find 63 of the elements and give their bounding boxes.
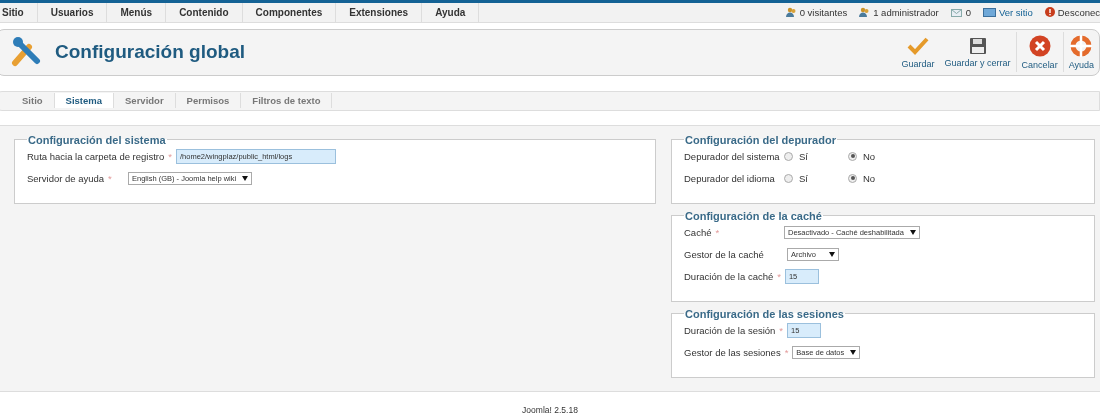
caret-icon <box>242 175 249 181</box>
field-label: Depurador del idioma <box>684 172 775 184</box>
version-text: Joomla! 2.5.18 <box>521 405 579 415</box>
toolbar-button[interactable]: Ayuda <box>1062 32 1099 73</box>
toolbar-button[interactable]: Cancelar <box>1015 32 1063 73</box>
radio-label: Sí <box>799 172 808 184</box>
radio-button[interactable] <box>784 173 793 183</box>
menu-item[interactable]: Menús <box>107 3 167 22</box>
tab[interactable]: Servidor <box>114 93 176 109</box>
field-label: Duración de la sesión <box>684 324 776 336</box>
panel-title: Configuración del sistema <box>27 133 167 146</box>
menu-item[interactable]: Componentes <box>242 3 337 22</box>
toolbar-button[interactable]: Guardar y cerrar <box>939 32 1016 73</box>
menu-item[interactable]: Ayuda <box>422 3 480 22</box>
required-mark: * <box>784 346 789 358</box>
field-label: Ruta hacia la carpeta de registro <box>27 150 165 162</box>
status-text[interactable]: Ver sitio <box>998 6 1033 18</box>
required-mark: * <box>108 172 112 184</box>
menu-item[interactable]: Usuarios <box>37 3 108 22</box>
checkmark-icon <box>907 35 930 56</box>
page-title: Configuración global <box>55 41 246 64</box>
panel-title: Configuración de la caché <box>684 209 823 222</box>
users-icon <box>859 6 871 18</box>
field-label: Servidor de ayuda <box>27 172 105 184</box>
field-label: Caché <box>684 226 712 238</box>
radio-button[interactable] <box>848 151 857 161</box>
required-mark: * <box>168 150 172 162</box>
caret-icon <box>850 349 857 355</box>
tab[interactable]: Permisos <box>175 93 242 109</box>
required-mark: * <box>777 270 781 282</box>
radio-button[interactable] <box>784 151 793 161</box>
cancel-icon <box>1028 34 1051 57</box>
tab[interactable]: Sitio <box>11 93 55 109</box>
menu-item[interactable]: Sitio <box>0 3 38 22</box>
tab[interactable]: Sistema <box>54 93 115 109</box>
envelope-icon <box>950 7 963 17</box>
menu-item[interactable]: Extensiones <box>336 3 423 22</box>
status-text[interactable]: Desconec <box>1057 6 1100 18</box>
radio-label: Sí <box>799 150 808 162</box>
caret-icon <box>909 229 916 235</box>
radio-label: No <box>863 150 876 162</box>
panel-title: Configuración de las sesiones <box>684 307 845 320</box>
field-label: Depurador del sistema <box>684 150 780 162</box>
monitor-icon <box>982 7 996 17</box>
field-label: Duración de la caché <box>684 270 774 282</box>
caret-icon <box>829 251 835 257</box>
status-text: 1 administrador <box>873 6 939 18</box>
status-text: 0 visitantes <box>799 6 848 18</box>
toolbar-button[interactable]: Guardar <box>896 32 940 73</box>
field-label: Gestor de la caché <box>684 248 764 260</box>
tab[interactable]: Filtros de texto <box>241 93 333 109</box>
tools-icon <box>11 37 41 68</box>
required-mark: * <box>715 226 720 238</box>
required-mark: * <box>779 324 784 336</box>
alert-icon <box>1044 7 1055 18</box>
radio-button[interactable] <box>848 173 857 183</box>
radio-label: No <box>863 172 876 184</box>
users-icon <box>785 6 797 18</box>
field-label: Gestor de las sesiones <box>684 346 781 358</box>
lifebuoy-icon <box>1070 34 1093 57</box>
status-text: 0 <box>965 6 971 18</box>
menu-item[interactable]: Contenido <box>166 3 243 22</box>
panel-title: Configuración del depurador <box>684 133 837 146</box>
